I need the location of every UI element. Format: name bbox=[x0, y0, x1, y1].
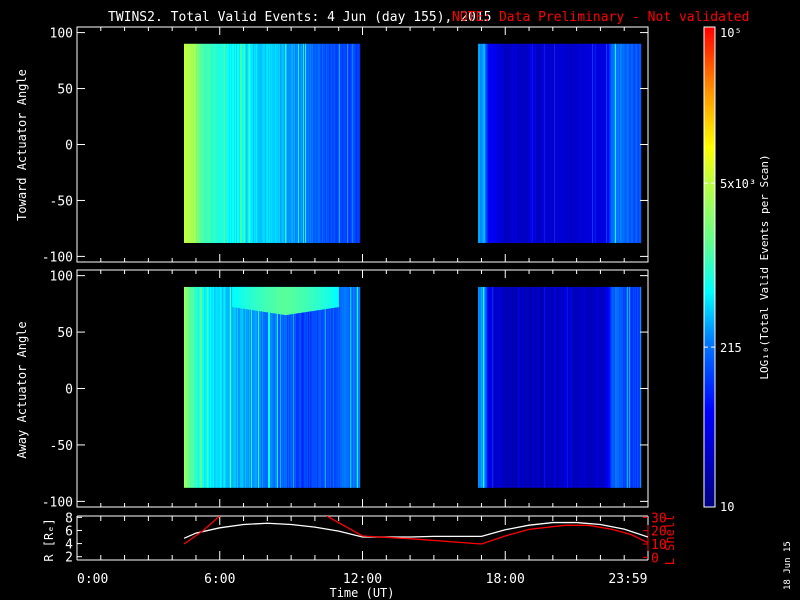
toward-spectrogram bbox=[184, 43, 642, 243]
time-xlabel: Time (UT) bbox=[329, 586, 394, 600]
ytick-label: 50 bbox=[57, 326, 73, 341]
colorbar-tick-label: 215 bbox=[720, 341, 742, 355]
lshell-line bbox=[183, 516, 221, 545]
ytick-label: 0 bbox=[65, 383, 73, 398]
plot-title: TWINS2. Total Valid Events: 4 Jun (day 1… bbox=[108, 10, 492, 25]
away-ylabel: Away Actuator Angle bbox=[15, 321, 29, 458]
away-spectrogram bbox=[184, 286, 642, 488]
spectrogram-column bbox=[640, 43, 642, 243]
y2tick-label: 30 bbox=[651, 511, 667, 526]
orbit-ylabel: R [Rₑ] bbox=[42, 518, 56, 561]
preliminary-note: NOTE: Data Preliminary - Not validated bbox=[452, 10, 749, 25]
ytick-label: -100 bbox=[42, 495, 73, 510]
colorbar-tick-label: 5x10³ bbox=[720, 177, 756, 191]
colorbar-tick-label: 10 bbox=[720, 500, 734, 514]
lshell-line bbox=[326, 516, 648, 545]
spectrogram-column bbox=[640, 286, 642, 488]
ytick-label: 0 bbox=[65, 139, 73, 154]
ytick-label: 100 bbox=[50, 27, 73, 42]
ytick-label: 6 bbox=[65, 524, 73, 539]
twins-plot: TWINS2. Total Valid Events: 4 Jun (day 1… bbox=[15, 10, 793, 600]
colorbar-label: LOG₁₀(Total Valid Events per Scan) bbox=[758, 154, 771, 379]
ytick-label: -50 bbox=[50, 194, 73, 209]
ytick-label: -100 bbox=[42, 250, 73, 265]
xtick-label: 6:00 bbox=[204, 572, 235, 587]
ytick-label: 2 bbox=[65, 551, 73, 566]
xtick-label: 23:59 bbox=[608, 572, 647, 587]
y2tick-label: 20 bbox=[651, 525, 667, 540]
date-stamp: 18 Jun 15 bbox=[783, 541, 793, 590]
ytick-label: 50 bbox=[57, 83, 73, 98]
y2tick-label: 10 bbox=[651, 538, 667, 553]
ytick-label: -50 bbox=[50, 439, 73, 454]
spectrogram-column bbox=[359, 43, 361, 243]
toward-ylabel: Toward Actuator Angle bbox=[15, 69, 29, 221]
ytick-label: 8 bbox=[65, 511, 73, 526]
xtick-label: 0:00 bbox=[77, 572, 108, 587]
ytick-label: 100 bbox=[50, 270, 73, 285]
xtick-label: 12:00 bbox=[343, 572, 382, 587]
xtick-label: 18:00 bbox=[486, 572, 525, 587]
colorbar: 10⁵ 5x10³ 215 10 bbox=[703, 26, 756, 514]
colorbar-tick-label: 10⁵ bbox=[720, 26, 742, 40]
y2tick-label: 0 bbox=[651, 551, 659, 566]
ytick-label: 4 bbox=[65, 538, 73, 553]
spectrogram-column bbox=[359, 286, 361, 488]
